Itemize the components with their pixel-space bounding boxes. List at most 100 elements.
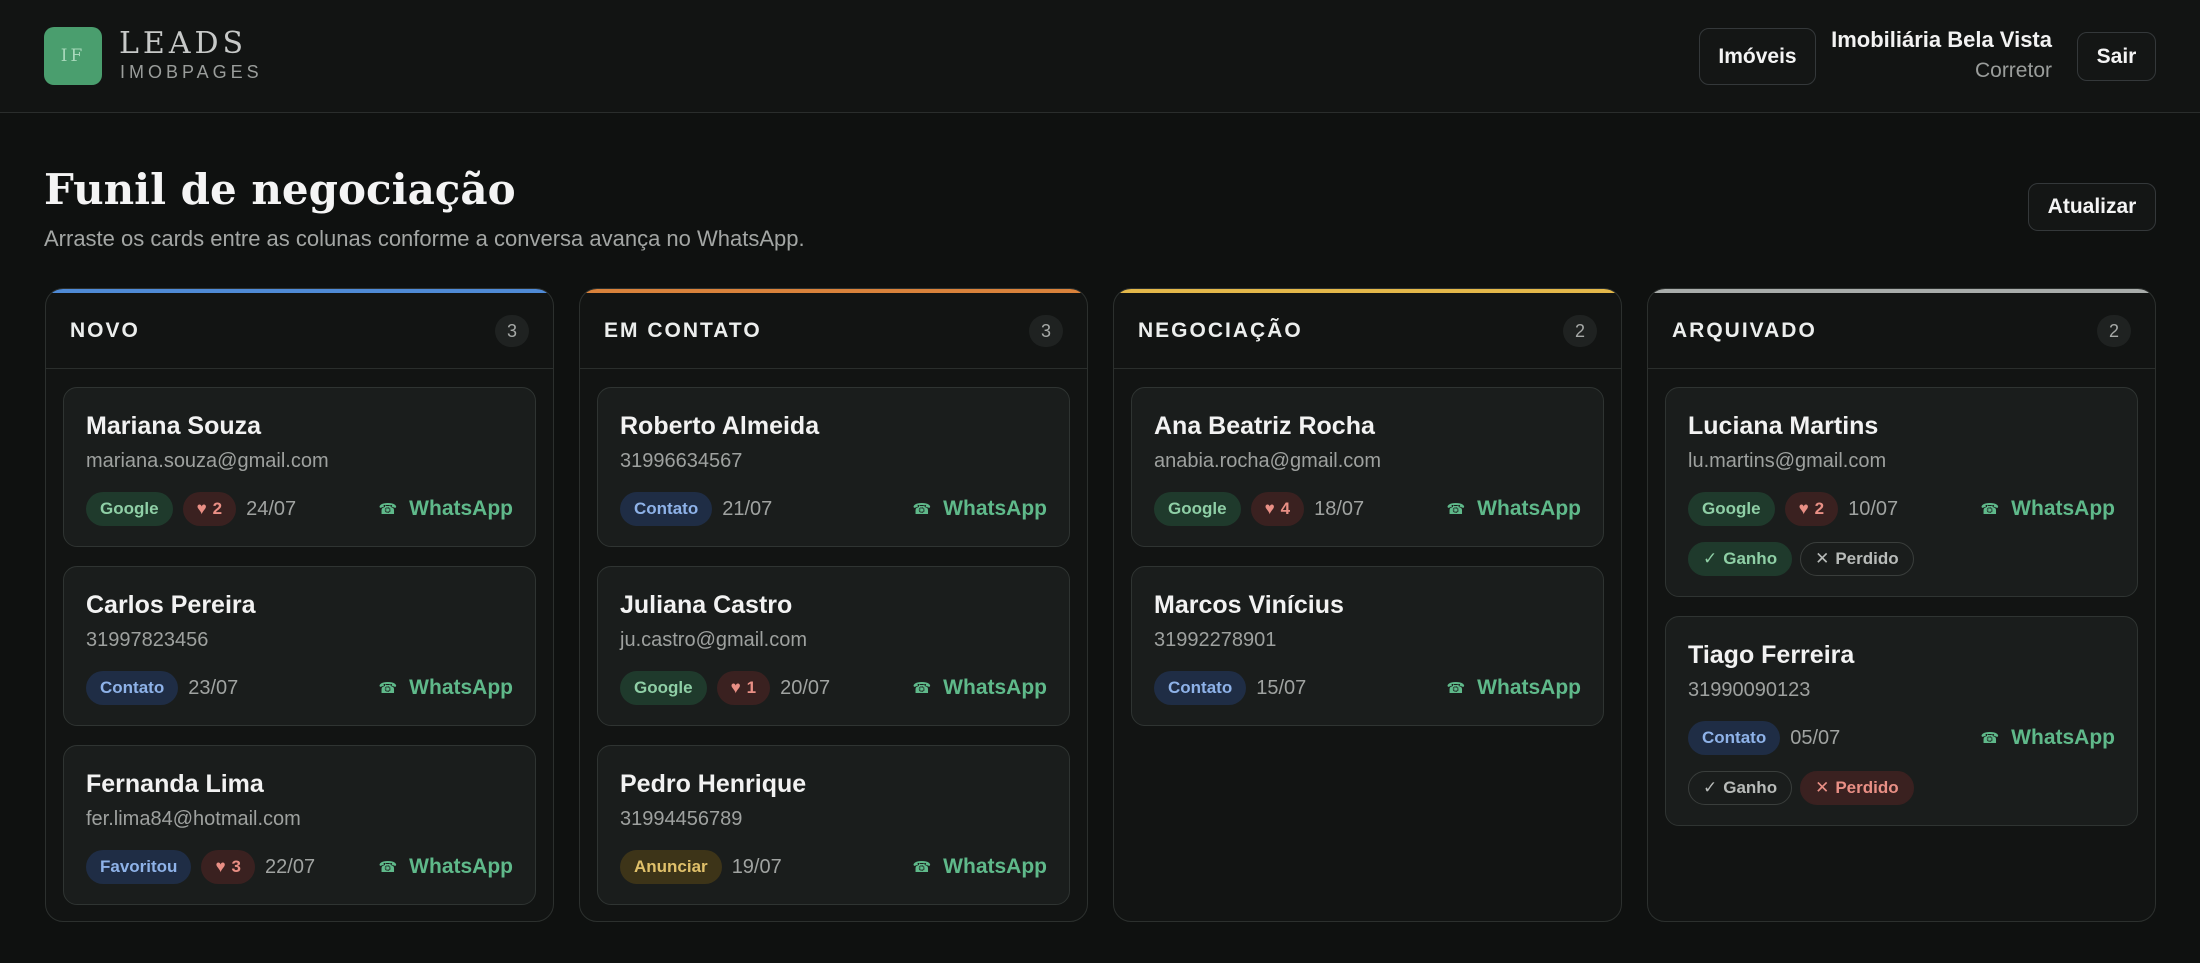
lead-card[interactable]: Pedro Henrique 31994456789 Anunciar 19/07 ☎ W… [597, 745, 1070, 905]
likes-count: 3 [231, 857, 242, 876]
lead-contact: 31997823456 [86, 629, 209, 651]
source-badge: Contato [1688, 721, 1781, 755]
likes-count: 2 [1814, 499, 1825, 518]
likes-badge: ♥ 2 [182, 492, 237, 526]
imoveis-button[interactable]: Imóveis [1699, 28, 1816, 85]
phone-icon: ☎ [912, 680, 932, 697]
page-title: Funil de negociação [44, 165, 516, 214]
likes-badge: ♥ 2 [1784, 492, 1839, 526]
check-icon: ✓ [1703, 778, 1718, 797]
whatsapp-label: WhatsApp [2011, 497, 2115, 520]
source-badge: Google [86, 492, 173, 526]
logout-button[interactable]: Sair [2077, 32, 2156, 81]
likes-count: 2 [212, 499, 223, 518]
lead-name: Marcos Vinícius [1154, 591, 1344, 619]
lead-meta: Google ♥ 4 18/07 [1154, 492, 1364, 526]
logo-icon: IF [44, 27, 102, 85]
lead-name: Mariana Souza [86, 412, 262, 440]
lead-name: Ana Beatriz Rocha [1154, 412, 1375, 440]
column-arquivado: ARQUIVADO 2 Luciana Martins lu.martins@gmai… [1647, 288, 2156, 922]
column-title: ARQUIVADO [1672, 319, 1817, 342]
heart-icon: ♥ [1264, 499, 1275, 518]
lost-button[interactable]: ✕ Perdido [1800, 771, 1914, 805]
column-count-badge: 2 [2097, 315, 2131, 347]
whatsapp-link[interactable]: ☎ WhatsApp [912, 492, 1047, 526]
lost-label: Perdido [1835, 549, 1899, 568]
lead-date: 10/07 [1848, 497, 1899, 520]
lead-date: 19/07 [731, 855, 782, 878]
lead-card[interactable]: Juliana Castro ju.castro@gmail.com Google ♥… [597, 566, 1070, 726]
lead-card[interactable]: Ana Beatriz Rocha anabia.rocha@gmail.com G… [1131, 387, 1604, 547]
column-count-badge: 2 [1563, 315, 1597, 347]
whatsapp-link[interactable]: ☎ WhatsApp [1446, 671, 1581, 705]
user-role: Corretor [1974, 59, 2052, 82]
check-icon: ✓ [1703, 549, 1718, 568]
brand-title: LEADS [119, 26, 248, 61]
whatsapp-label: WhatsApp [2011, 726, 2115, 749]
whatsapp-link[interactable]: ☎ WhatsApp [1980, 721, 2115, 755]
whatsapp-link[interactable]: ☎ WhatsApp [1980, 492, 2115, 526]
outcome-buttons: ✓ Ganho ✕ Perdido [1688, 771, 1914, 805]
whatsapp-label: WhatsApp [943, 676, 1047, 699]
lead-date: 05/07 [1790, 726, 1841, 749]
likes-count: 1 [746, 678, 757, 697]
lead-card[interactable]: Carlos Pereira 31997823456 Contato 23/07 ☎ Wh… [63, 566, 536, 726]
lead-card[interactable]: Mariana Souza mariana.souza@gmail.com Goog… [63, 387, 536, 547]
whatsapp-link[interactable]: ☎ WhatsApp [378, 671, 513, 705]
whatsapp-link[interactable]: ☎ WhatsApp [912, 850, 1047, 884]
phone-icon: ☎ [1980, 501, 2000, 518]
lead-meta: Contato 23/07 [86, 671, 238, 705]
lead-name: Carlos Pereira [86, 591, 256, 619]
lead-date: 20/07 [780, 676, 831, 699]
won-button[interactable]: ✓ Ganho [1688, 771, 1793, 805]
source-badge: Contato [86, 671, 179, 705]
source-badge: Anunciar [620, 850, 722, 884]
won-button[interactable]: ✓ Ganho [1688, 542, 1793, 576]
whatsapp-link[interactable]: ☎ WhatsApp [378, 850, 513, 884]
lead-date: 24/07 [246, 497, 297, 520]
lead-card[interactable]: Tiago Ferreira 31990090123 Contato 05/07 ☎ Wh… [1665, 616, 2138, 826]
lead-date: 15/07 [1256, 676, 1307, 699]
lead-meta: Google ♥ 2 24/07 [86, 492, 296, 526]
won-label: Ganho [1723, 778, 1778, 797]
phone-icon: ☎ [378, 501, 398, 518]
column-header: ARQUIVADO 2 [1648, 289, 2155, 369]
lead-meta: Contato 15/07 [1154, 671, 1306, 705]
column-header: NEGOCIAÇÃO 2 [1114, 289, 1621, 369]
whatsapp-link[interactable]: ☎ WhatsApp [378, 492, 513, 526]
phone-icon: ☎ [912, 859, 932, 876]
lead-card[interactable]: Marcos Vinícius 31992278901 Contato 15/07 ☎ W… [1131, 566, 1604, 726]
lead-card[interactable]: Luciana Martins lu.martins@gmail.com Googl… [1665, 387, 2138, 597]
lead-name: Fernanda Lima [86, 770, 264, 798]
lead-card[interactable]: Fernanda Lima fer.lima84@hotmail.com Favor… [63, 745, 536, 905]
whatsapp-link[interactable]: ☎ WhatsApp [1446, 492, 1581, 526]
close-icon: ✕ [1815, 549, 1830, 568]
won-label: Ganho [1723, 549, 1778, 568]
lead-name: Juliana Castro [620, 591, 793, 619]
whatsapp-label: WhatsApp [409, 497, 513, 520]
likes-badge: ♥ 1 [716, 671, 771, 705]
source-badge: Google [620, 671, 707, 705]
phone-icon: ☎ [1980, 730, 2000, 747]
column-count-badge: 3 [495, 315, 529, 347]
source-badge: Google [1688, 492, 1775, 526]
likes-badge: ♥ 3 [201, 850, 256, 884]
lead-contact: 31996634567 [620, 450, 743, 472]
whatsapp-link[interactable]: ☎ WhatsApp [912, 671, 1047, 705]
refresh-button[interactable]: Atualizar [2028, 183, 2156, 231]
lead-date: 23/07 [188, 676, 239, 699]
lead-meta: Favoritou ♥ 3 22/07 [86, 850, 315, 884]
source-badge: Favoritou [86, 850, 192, 884]
heart-icon: ♥ [196, 499, 207, 518]
lead-date: 22/07 [265, 855, 316, 878]
lead-contact: 31992278901 [1154, 629, 1277, 651]
column-em-contato: EM CONTATO 3 Roberto Almeida 31996634567 Con… [579, 288, 1088, 922]
likes-badge: ♥ 4 [1250, 492, 1305, 526]
whatsapp-label: WhatsApp [409, 676, 513, 699]
lost-button[interactable]: ✕ Perdido [1800, 542, 1914, 576]
phone-icon: ☎ [378, 859, 398, 876]
column-title: NOVO [70, 319, 140, 342]
lead-card[interactable]: Roberto Almeida 31996634567 Contato 21/07 ☎ W… [597, 387, 1070, 547]
source-badge: Google [1154, 492, 1241, 526]
column-title: EM CONTATO [604, 319, 762, 342]
